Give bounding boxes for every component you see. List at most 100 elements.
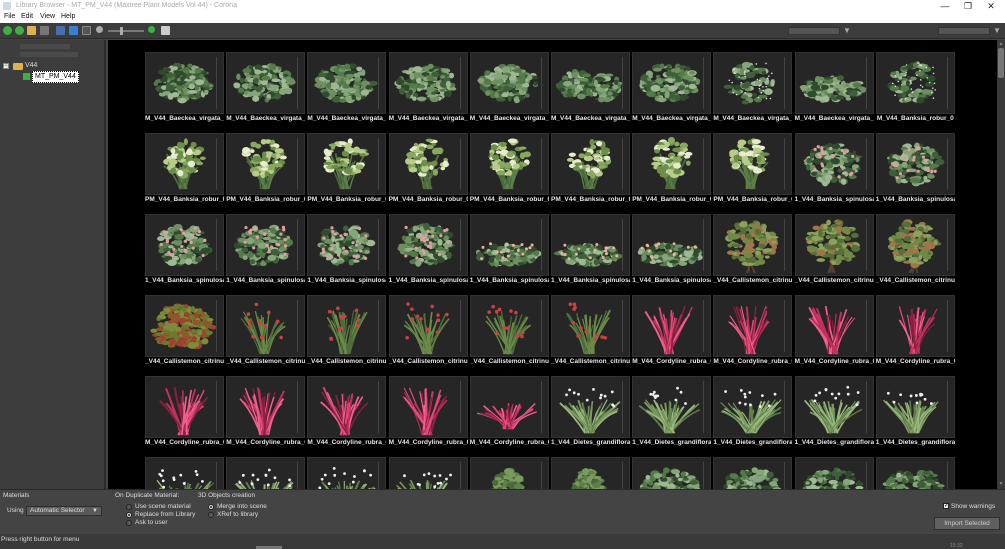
scroll-up-icon[interactable]: ▲ [998,41,1004,47]
asset-thumbnail-item[interactable]: M_V44_Baeckea_virgata_0 [469,52,549,126]
tree-item-mt-pm-v44[interactable]: MT_PM_V44 [20,71,104,83]
tree-item-v44[interactable]: − V44 [3,61,103,71]
asset-thumbnail-item[interactable]: M_V44_Banksia_robur_0 [875,52,955,126]
zoom-in-icon[interactable] [148,26,155,33]
asset-thumbnail-item[interactable]: PM_V44_Banksia_robur_0 [713,133,793,207]
asset-thumbnail-item[interactable]: M_V44_Cordyline_rubra_0 [145,376,224,450]
asset-thumbnail-item[interactable]: _V44_Callistemon_citrinus [794,214,874,288]
asset-thumbnail-item[interactable]: _V44_Callistemon_citrinus [388,295,468,369]
asset-thumbnail-item[interactable]: 1_V44_Banksia_spinulosa_ [632,214,712,288]
asset-thumbnail-item[interactable]: M_V44_Cordyline_rubra_0 [307,376,387,450]
asset-thumbnail-item[interactable] [875,457,955,489]
asset-thumbnail-item[interactable] [632,457,712,489]
filter-icon-secondary[interactable]: ▼ [993,27,1001,35]
asset-thumbnail-item[interactable] [551,457,630,489]
radio-replace-from-library[interactable] [126,512,132,518]
asset-thumbnail-item[interactable] [713,457,793,489]
collapse-icon[interactable]: − [3,63,9,69]
asset-thumbnail-item[interactable]: PM_V44_Banksia_robur_0 [469,133,549,207]
asset-thumbnail-item[interactable]: _V44_Callistemon_citrinus [713,214,793,288]
asset-thumbnail-item[interactable]: M_V44_Baeckea_virgata_0 [388,52,468,126]
asset-thumbnail-item[interactable]: M_V44_Baeckea_virgata_0 [632,52,712,126]
scrollbar-thumb[interactable] [998,48,1004,78]
asset-thumbnail-item[interactable]: PM_V44_Banksia_robur_0 [145,133,224,207]
scroll-down-icon[interactable]: ▼ [998,481,1004,487]
menu-file[interactable]: File [4,13,15,20]
radio-xref-to-library[interactable] [208,512,214,518]
asset-thumbnail-item[interactable]: 1_V44_Dietes_grandiflora_ [551,376,630,450]
material-selector-dropdown[interactable]: Automatic Selector ▼ [26,506,102,516]
asset-thumbnail-item[interactable]: M_V44_Cordyline_rubra_0 [713,295,793,369]
asset-thumbnail-item[interactable] [145,457,224,489]
info-icon[interactable] [69,26,78,35]
radio-use-scene-material[interactable] [126,504,132,510]
menu-view[interactable]: View [40,13,55,20]
asset-thumbnail-item[interactable]: 1_V44_Banksia_spinulosa_ [794,133,874,207]
asset-thumbnail-item[interactable]: 1_V44_Dietes_grandiflora_ [632,376,712,450]
asset-thumbnail-item[interactable]: 1_V44_Banksia_spinulosa_ [551,214,630,288]
asset-thumbnail-item[interactable] [794,457,874,489]
asset-thumbnail-item[interactable]: _V44_Callistemon_citrinus [469,295,549,369]
asset-thumbnail-item[interactable] [469,457,549,489]
nav-back-icon[interactable] [3,26,12,35]
asset-thumbnail-item[interactable]: PM_V44_Banksia_robur_0 [307,133,387,207]
scene-icon[interactable] [82,26,91,35]
show-warnings-checkbox[interactable]: ✓ [943,503,949,509]
menu-help[interactable]: Help [61,13,75,20]
nav-forward-icon[interactable] [15,26,24,35]
plant-preview-image [794,295,874,357]
close-button[interactable]: ✕ [977,0,1005,12]
radio-merge-into-scene[interactable] [208,504,214,510]
asset-thumbnail-item[interactable]: _V44_Callistemon_citrinus [875,214,955,288]
asset-thumbnail-item[interactable]: PM_V44_Banksia_robur_0 [632,133,712,207]
asset-thumbnail-item[interactable]: 1_V44_Banksia_spinulosa_ [307,214,387,288]
search-input-secondary[interactable] [938,27,990,35]
refresh-icon[interactable] [56,26,65,35]
asset-thumbnail-item[interactable]: 1_V44_Banksia_spinulosa_ [469,214,549,288]
filter-icon[interactable]: ▼ [843,27,851,35]
asset-thumbnail-item[interactable] [307,457,387,489]
search-input[interactable] [788,27,840,35]
asset-thumbnail-item[interactable]: 1_V44_Banksia_spinulosa_ [226,214,306,288]
asset-thumbnail-item[interactable]: M_V44_Baeckea_virgata_0 [794,52,874,126]
import-selected-button[interactable]: Import Selected [934,517,1000,530]
settings-icon[interactable] [161,26,170,35]
asset-name-label: M_V44_Baeckea_virgata_0 [469,115,549,122]
save-icon[interactable] [40,26,49,35]
menu-edit[interactable]: Edit [21,13,33,20]
asset-thumbnail-item[interactable]: 1_V44_Dietes_grandiflora_ [794,376,874,450]
asset-thumbnail-item[interactable]: _V44_Callistemon_citrinus [145,295,224,369]
asset-thumbnail-item[interactable] [388,457,468,489]
asset-thumbnail-item[interactable] [226,457,306,489]
asset-thumbnail-item[interactable]: M_V44_Baeckea_virgata_0 [307,52,387,126]
plant-preview-image [632,457,712,489]
asset-thumbnail-item[interactable]: _V44_Callistemon_citrinus [551,295,630,369]
asset-thumbnail-item[interactable]: 1_V44_Banksia_spinulosa_ [875,133,955,207]
asset-thumbnail-item[interactable]: M_V44_Cordyline_rubra_0 [632,295,712,369]
zoom-slider-handle[interactable] [120,27,123,35]
plant-preview-image [875,457,955,489]
open-folder-icon[interactable] [27,26,36,35]
asset-thumbnail-item[interactable]: M_V44_Baeckea_virgata_0 [713,52,793,126]
asset-thumbnail-item[interactable]: PM_V44_Banksia_robur_0 [388,133,468,207]
asset-thumbnail-item[interactable]: PM_V44_Banksia_robur_0 [226,133,306,207]
asset-thumbnail-item[interactable]: M_V44_Cordyline_rubra_0 [226,376,306,450]
asset-thumbnail-item[interactable]: 1_V44_Dietes_grandiflora_ [875,376,955,450]
grid-scrollbar[interactable]: ▲ ▼ [997,40,1005,489]
asset-thumbnail-item[interactable]: M_V44_Cordyline_rubra_0 [469,376,549,450]
asset-thumbnail-item[interactable]: PM_V44_Banksia_robur_0 [551,133,630,207]
asset-thumbnail-item[interactable]: M_V44_Baeckea_virgata_0 [145,52,224,126]
asset-thumbnail-item[interactable]: M_V44_Cordyline_rubra_0 [388,376,468,450]
radio-ask-to-user[interactable] [126,520,132,526]
asset-thumbnail-item[interactable]: M_V44_Baeckea_virgata_0 [226,52,306,126]
asset-thumbnail-item[interactable]: M_V44_Baeckea_virgata_0 [551,52,630,126]
asset-thumbnail-item[interactable]: _V44_Callistemon_citrinus [307,295,387,369]
asset-thumbnail-item[interactable]: M_V44_Cordyline_rubra_0 [794,295,874,369]
zoom-slider[interactable] [108,30,144,32]
asset-thumbnail-item[interactable]: M_V44_Cordyline_rubra_0 [875,295,955,369]
asset-thumbnail-item[interactable]: 1_V44_Banksia_spinulosa_ [388,214,468,288]
asset-thumbnail-item[interactable]: 1_V44_Dietes_grandiflora_ [713,376,793,450]
asset-thumbnail-item[interactable]: _V44_Callistemon_citrinus [226,295,306,369]
zoom-out-icon[interactable] [96,26,103,33]
asset-thumbnail-item[interactable]: 1_V44_Banksia_spinulosa_ [145,214,224,288]
